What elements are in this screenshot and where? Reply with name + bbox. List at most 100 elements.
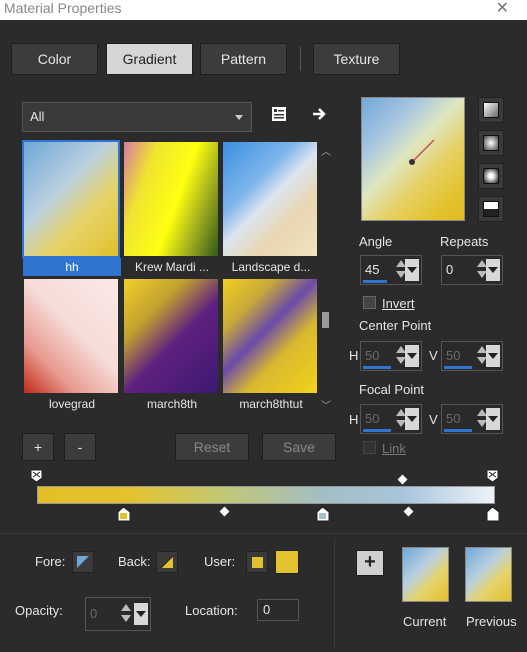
current-swatch[interactable]: [402, 547, 449, 602]
section-divider: [0, 533, 527, 534]
focal-h-spinner[interactable]: 50: [360, 404, 422, 434]
add-gradient-button[interactable]: +: [22, 433, 54, 461]
focal-h-label: H: [349, 412, 359, 427]
repeats-label: Repeats: [440, 234, 489, 249]
invert-label[interactable]: Invert: [382, 296, 415, 311]
color-stop[interactable]: [486, 506, 500, 522]
focal-point-label: Focal Point: [359, 382, 425, 397]
focal-h-value: 50: [365, 411, 380, 426]
center-point-label: Center Point: [359, 318, 432, 333]
window-title: Material Properties: [4, 0, 122, 16]
focal-v-spinner[interactable]: 50: [441, 404, 503, 434]
focal-v-label: V: [429, 412, 438, 427]
angle-spinner[interactable]: 45: [360, 255, 422, 285]
previous-label: Previous: [466, 614, 517, 629]
color-midpoint[interactable]: [219, 506, 230, 517]
gradient-thumb[interactable]: march8thtut: [222, 278, 320, 414]
center-h-value: 50: [365, 348, 380, 363]
transparency-stop-left[interactable]: [30, 469, 44, 483]
add-to-swatches-button[interactable]: +: [356, 550, 384, 576]
scroll-down-icon[interactable]: ﹀: [321, 397, 331, 412]
linear-style-button[interactable]: [478, 97, 504, 123]
link-checkbox[interactable]: [363, 441, 376, 454]
location-label: Location:: [185, 603, 238, 618]
fore-label: Fore:: [35, 554, 66, 569]
scrollbar-thumb[interactable]: [322, 312, 329, 328]
opacity-spinner[interactable]: 0: [85, 597, 151, 631]
angle-value: 45: [365, 262, 380, 277]
repeats-value: 0: [446, 262, 454, 277]
center-h-spinner[interactable]: 50: [360, 341, 422, 371]
transparency-stop-right[interactable]: [486, 469, 500, 483]
user-color-swatch[interactable]: [275, 550, 299, 574]
tab-gradient[interactable]: Gradient: [106, 43, 193, 75]
sunburst-style-button[interactable]: [478, 163, 504, 189]
invert-checkbox[interactable]: [363, 296, 376, 309]
gradient-swatch: [124, 279, 218, 393]
current-label: Current: [403, 614, 447, 629]
repeats-dropdown-icon[interactable]: [486, 259, 500, 281]
previous-swatch[interactable]: [465, 547, 512, 602]
focal-v-value: 50: [446, 411, 461, 426]
back-color-button[interactable]: [156, 551, 178, 573]
tab-pattern[interactable]: Pattern: [200, 43, 287, 75]
radial-style-button[interactable]: [478, 196, 504, 222]
focal-h-dropdown-icon[interactable]: [405, 408, 419, 430]
center-v-label: V: [429, 348, 438, 363]
close-icon[interactable]: ✕: [496, 0, 509, 18]
gradient-thumb-label: march8thtut: [239, 397, 303, 411]
gradient-thumb[interactable]: lovegrad: [23, 278, 121, 414]
gradient-thumb-label: Krew Mardi ...: [134, 260, 209, 274]
arrow-right-icon[interactable]: [310, 105, 334, 129]
back-label: Back:: [118, 554, 151, 569]
gradient-thumb[interactable]: hh: [22, 140, 121, 277]
fore-color-button[interactable]: [72, 551, 94, 573]
transparency-midpoint[interactable]: [397, 474, 408, 485]
rectangular-style-button[interactable]: [478, 130, 504, 156]
gradient-thumb-label: march8th: [146, 397, 198, 411]
reset-button[interactable]: Reset: [175, 433, 249, 461]
color-stop[interactable]: [117, 506, 131, 522]
open-folder-icon[interactable]: [270, 105, 294, 129]
gradient-swatch: [22, 140, 120, 258]
angle-dropdown-icon[interactable]: [405, 259, 419, 281]
user-label: User:: [204, 554, 236, 569]
center-v-spinner[interactable]: 50: [441, 341, 503, 371]
remove-gradient-button[interactable]: -: [64, 433, 96, 461]
category-select[interactable]: All: [22, 102, 252, 132]
user-color-button[interactable]: [246, 551, 268, 573]
tab-texture[interactable]: Texture: [313, 43, 400, 75]
color-stop[interactable]: [316, 506, 330, 522]
location-input[interactable]: 0: [257, 599, 299, 621]
gradient-swatch: [223, 142, 317, 256]
opacity-dropdown-icon[interactable]: [134, 603, 148, 625]
gradient-thumb-label: lovegrad: [48, 397, 96, 411]
opacity-value: 0: [90, 606, 98, 621]
repeats-spinner[interactable]: 0: [441, 255, 503, 285]
gallery-scrollbar[interactable]: ︿ ﹀: [318, 140, 334, 412]
gradient-thumb[interactable]: march8th: [123, 278, 221, 414]
category-select-value: All: [30, 109, 45, 124]
tab-color[interactable]: Color: [11, 43, 98, 75]
tab-separator: [300, 47, 301, 71]
scroll-up-icon[interactable]: ︿: [321, 143, 331, 158]
gradient-preview[interactable]: [361, 97, 465, 221]
gradient-thumb-label: hh: [23, 258, 121, 276]
gradient-thumb[interactable]: Landscape d...: [222, 141, 320, 277]
gradient-gallery: hh Krew Mardi ... Landscape d... lovegra…: [22, 140, 318, 412]
save-button[interactable]: Save: [262, 433, 336, 461]
angle-label: Angle: [359, 234, 393, 249]
title-bar: Material Properties ✕: [0, 0, 527, 20]
gradient-thumb-label: Landscape d...: [231, 260, 311, 274]
center-h-dropdown-icon[interactable]: [405, 345, 419, 367]
gradient-swatch: [223, 279, 317, 393]
gradient-swatch: [124, 142, 218, 256]
color-midpoint[interactable]: [403, 506, 414, 517]
gradient-swatch: [24, 279, 118, 393]
focal-v-dropdown-icon[interactable]: [486, 408, 500, 430]
center-v-dropdown-icon[interactable]: [486, 345, 500, 367]
link-label[interactable]: Link: [382, 441, 406, 456]
center-h-label: H: [349, 348, 359, 363]
gradient-bar[interactable]: [37, 486, 495, 504]
gradient-thumb[interactable]: Krew Mardi ...: [123, 141, 221, 277]
